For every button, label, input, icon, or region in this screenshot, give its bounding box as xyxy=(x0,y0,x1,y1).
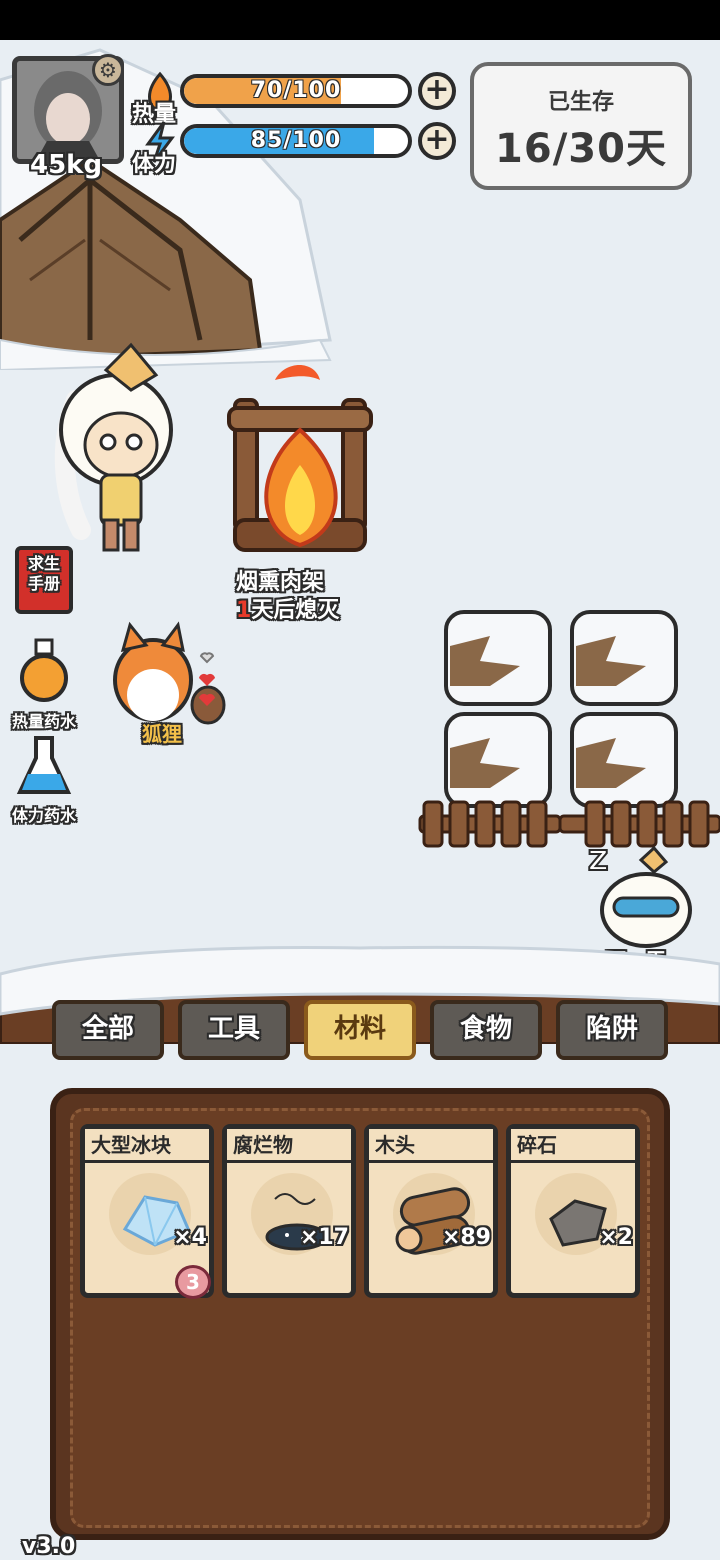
tab-traps[interactable]: 陷阱 xyxy=(556,1000,668,1060)
campfire-smoking-rack[interactable] xyxy=(215,360,385,580)
version-label: v3.0 xyxy=(22,1534,76,1559)
item-card-gravel[interactable]: 碎石 ×2 xyxy=(506,1124,640,1298)
tab-traps-label: 陷阱 xyxy=(585,1014,638,1044)
settings-gear-icon[interactable]: ⚙ xyxy=(92,54,124,86)
tab-all[interactable]: 全部 xyxy=(52,1000,164,1060)
heat-value: 70/100 xyxy=(250,78,342,103)
item-card-wood[interactable]: 木头 ×89 xyxy=(364,1124,498,1298)
stamina-potion-icon xyxy=(16,736,72,794)
affection-hearts xyxy=(199,652,215,706)
heat-potion-icon xyxy=(20,638,68,702)
player-weight: 45kg xyxy=(30,150,103,180)
item-count: ×89 xyxy=(441,1225,491,1250)
tab-food-label: 食物 xyxy=(459,1014,512,1044)
stamina-bar: 85/100 xyxy=(180,124,412,158)
stamina-label: 体力 xyxy=(132,152,177,177)
snow-blocks-area xyxy=(418,610,720,848)
item-card-rotten[interactable]: 腐烂物 ×17 xyxy=(222,1124,356,1298)
survival-days-panel: 已生存 16/30天 xyxy=(470,62,692,190)
tab-food[interactable]: 食物 xyxy=(430,1000,542,1060)
item-card-ice[interactable]: 大型冰块 ×4 3 xyxy=(80,1124,214,1299)
stamina-value: 85/100 xyxy=(250,128,342,153)
tab-tools[interactable]: 工具 xyxy=(178,1000,290,1060)
item-count: ×4 xyxy=(173,1225,207,1250)
item-badge: 3 xyxy=(175,1265,211,1299)
campfire-status: 天后熄灭 xyxy=(251,598,340,623)
heat-potion-button[interactable]: 热量药水 xyxy=(8,638,80,732)
add-heat-button[interactable]: + xyxy=(418,72,456,110)
stamina-potion-label: 体力药水 xyxy=(11,806,76,825)
tab-materials[interactable]: 材料 xyxy=(304,1000,416,1060)
game-scene: 烟熏肉架 1天后熄灭 狐狸 Z 求生 手册 热量药水 体力药水 ⚙ 45kg 热… xyxy=(0,40,720,1560)
handbook-label-1: 求生 xyxy=(27,554,60,573)
item-count: ×2 xyxy=(599,1225,633,1250)
item-name: 大型冰块 xyxy=(85,1129,209,1163)
item-name: 碎石 xyxy=(511,1129,635,1163)
campfire-timer: 1天后熄灭 xyxy=(236,592,339,624)
handbook-label-2: 手册 xyxy=(27,574,60,593)
item-count: ×17 xyxy=(299,1225,349,1250)
item-name: 腐烂物 xyxy=(227,1129,351,1163)
stamina-potion-button[interactable]: 体力药水 xyxy=(8,734,80,826)
svg-text:Z: Z xyxy=(588,844,608,877)
survival-days-value: 16/30天 xyxy=(495,126,667,172)
add-stamina-button[interactable]: + xyxy=(418,122,456,160)
tab-tools-label: 工具 xyxy=(207,1014,260,1044)
item-name: 木头 xyxy=(369,1129,493,1163)
tab-all-label: 全部 xyxy=(81,1014,134,1044)
survival-days-label: 已生存 xyxy=(547,90,614,115)
handbook-icon: 求生 手册 xyxy=(15,546,73,614)
fox-name: 狐狸 xyxy=(142,722,182,746)
survival-handbook-button[interactable]: 求生 手册 xyxy=(8,546,80,614)
tab-materials-label: 材料 xyxy=(333,1014,386,1044)
campfire-days: 1 xyxy=(236,598,252,623)
heat-potion-label: 热量药水 xyxy=(11,712,76,731)
heat-bar: 70/100 xyxy=(180,74,412,108)
player-character[interactable] xyxy=(36,330,186,560)
